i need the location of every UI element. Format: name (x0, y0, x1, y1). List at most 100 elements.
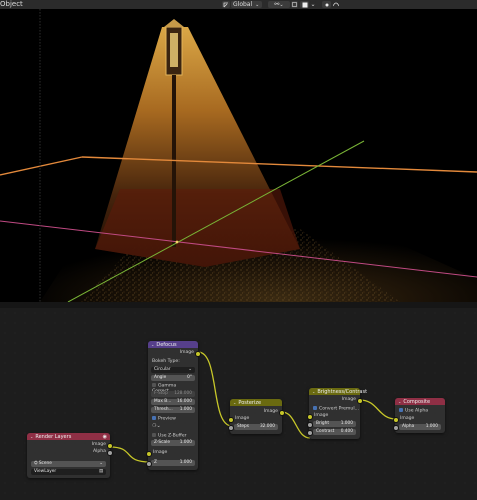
composite-header[interactable]: ⌄ Composite (395, 398, 445, 405)
fstop-value: 128.000 (174, 391, 192, 396)
alpha-input-socket[interactable] (392, 425, 399, 431)
collapse-chevron-icon[interactable]: ⌄ (233, 400, 236, 405)
angle-label: Angle (154, 375, 167, 380)
view-layer-selector[interactable]: ViewLayer ▤ (31, 469, 106, 475)
scene-icon: ⛭ (34, 461, 38, 466)
snap-toggle-icon[interactable] (291, 1, 298, 8)
posterize-node[interactable]: ⌄ Posterize Image Image Steps 32.000 (227, 399, 285, 434)
snap-element-icon[interactable] (300, 1, 309, 8)
input-image: Image (306, 413, 360, 420)
checkbox-icon (152, 415, 156, 420)
angle-value: 0° (187, 375, 192, 380)
input-label: Image (235, 416, 250, 421)
image-input-socket[interactable] (306, 414, 313, 420)
threshold-field[interactable]: Thresh... 1.000 (151, 407, 195, 413)
chevron-down-icon[interactable]: ⌄ (310, 1, 316, 8)
view-layer-browse-icon[interactable]: ▤ (99, 469, 103, 475)
bright-field[interactable]: Bright 1.000 (306, 421, 356, 428)
output-image: Image (230, 409, 285, 416)
contrast-value: 0.400 (340, 429, 353, 434)
input-image: Image (227, 416, 282, 423)
transform-orientation-dropdown[interactable]: Global ⌄ (231, 1, 262, 8)
scene-value: Scene (38, 461, 52, 466)
image-output-socket[interactable] (194, 351, 201, 357)
defocus-header[interactable]: ⌄ Defocus (148, 341, 198, 348)
collapse-chevron-icon[interactable]: ⌄ (151, 342, 154, 347)
viewport-scene (0, 9, 477, 302)
input-image: Image (145, 450, 198, 457)
convert-premul-checkbox[interactable]: Convert Premul... (313, 405, 359, 412)
use-alpha-checkbox[interactable]: Use Alpha (399, 407, 428, 414)
chevron-down-icon: ⌄ (99, 461, 103, 466)
input-label: Image (153, 450, 168, 455)
preview-label: Preview (158, 416, 176, 422)
alpha-output-socket[interactable] (106, 450, 113, 456)
collapse-chevron-icon[interactable]: ⌄ (398, 399, 401, 404)
render-layers-header[interactable]: ⌄ Render Layers ◉ (27, 433, 110, 440)
input-image: Image (392, 416, 445, 423)
output-label: Image (263, 409, 278, 414)
scene-camera-icon[interactable]: ⚆⌄ (152, 423, 161, 429)
chevron-down-icon: ⌄ (255, 1, 260, 8)
wire-defocus-posterize (197, 351, 233, 427)
output-label: Image (341, 397, 356, 402)
scene-selector[interactable]: ⛭ Scene ⌄ (31, 461, 106, 467)
collapse-chevron-icon[interactable]: ⌄ (30, 434, 33, 439)
preview-checkbox[interactable]: Preview (152, 415, 176, 422)
steps-input-socket[interactable] (227, 425, 234, 431)
convert-label: Convert Premul... (319, 406, 359, 412)
bokeh-type-value: Circular (154, 367, 171, 372)
contrast-label: Contrast (316, 429, 335, 434)
composite-node[interactable]: ⌄ Composite Use Alpha Image Alpha 1.000 (392, 398, 445, 433)
output-label: Image (91, 442, 106, 447)
object-menu[interactable]: Object (0, 0, 23, 9)
render-icon[interactable]: ◉ (103, 434, 107, 440)
transform-orientation-label: Global (233, 1, 253, 8)
steps-value: 32.000 (259, 424, 275, 429)
node-title: Defocus (156, 341, 177, 348)
node-title: Posterize (238, 399, 262, 406)
image-input-socket[interactable] (392, 417, 399, 423)
pivot-point-dropdown[interactable]: ⚯ ⌄ (268, 1, 290, 8)
checkbox-icon (313, 405, 317, 410)
proportional-editing-icon[interactable] (322, 1, 331, 8)
fstop-label: F-Stop (154, 391, 168, 396)
brightness-contrast-header[interactable]: ⌄ Brightness/Contrast (309, 388, 367, 395)
3d-viewport[interactable] (0, 9, 477, 302)
bright-label: Bright (316, 421, 330, 426)
angle-field[interactable]: Angle 0° (151, 375, 195, 381)
proportional-falloff-icon[interactable] (332, 1, 340, 8)
input-label: Image (314, 413, 329, 418)
z-input-socket[interactable] (145, 461, 152, 467)
contrast-input-socket[interactable] (306, 430, 313, 436)
image-input-socket[interactable] (145, 451, 152, 457)
zscale-label: Z-Scale (154, 440, 170, 445)
z-field[interactable]: Z 1.000 (145, 460, 195, 467)
collapse-chevron-icon[interactable]: ⌄ (312, 389, 315, 394)
steps-field[interactable]: Steps 32.000 (227, 424, 278, 431)
transform-orientation-icon[interactable] (222, 1, 230, 8)
wire-posterize-brightness (281, 411, 311, 439)
image-output-socket[interactable] (356, 398, 363, 404)
bright-input-socket[interactable] (306, 422, 313, 428)
defocus-node[interactable]: ⌄ Defocus Image Bokeh Type: Circular ⌄ A… (145, 341, 201, 470)
render-layers-node[interactable]: ⌄ Render Layers ◉ Image Alpha ⛭ Scene ⌄ … (27, 433, 113, 478)
brightness-contrast-node[interactable]: ⌄ Brightness/Contrast Image Convert Prem… (306, 388, 367, 439)
max-blur-field[interactable]: Max B... 16.000 (151, 399, 195, 405)
use-zbuffer-checkbox[interactable]: Use Z-Buffer (152, 432, 187, 439)
compositor-node-editor[interactable]: ⌄ Render Layers ◉ Image Alpha ⛭ Scene ⌄ … (0, 308, 477, 500)
contrast-field[interactable]: Contrast 0.400 (306, 429, 356, 436)
posterize-header[interactable]: ⌄ Posterize (230, 399, 282, 406)
threshold-value: 1.000 (179, 407, 192, 412)
checkbox-icon (152, 382, 156, 387)
alpha-field[interactable]: Alpha 1.000 (392, 424, 441, 431)
bokeh-type-dropdown[interactable]: Circular ⌄ (151, 367, 195, 373)
alpha-label: Alpha (402, 424, 415, 429)
fstop-field[interactable]: F-Stop 128.000 (151, 391, 195, 397)
output-image: Image (27, 442, 113, 449)
lantern-glow (170, 33, 178, 67)
bright-value: 1.000 (340, 421, 353, 426)
image-input-socket[interactable] (227, 417, 234, 423)
bokeh-type-label: Bokeh Type: (152, 359, 180, 364)
zscale-field[interactable]: Z-Scale 1.000 (151, 440, 195, 446)
